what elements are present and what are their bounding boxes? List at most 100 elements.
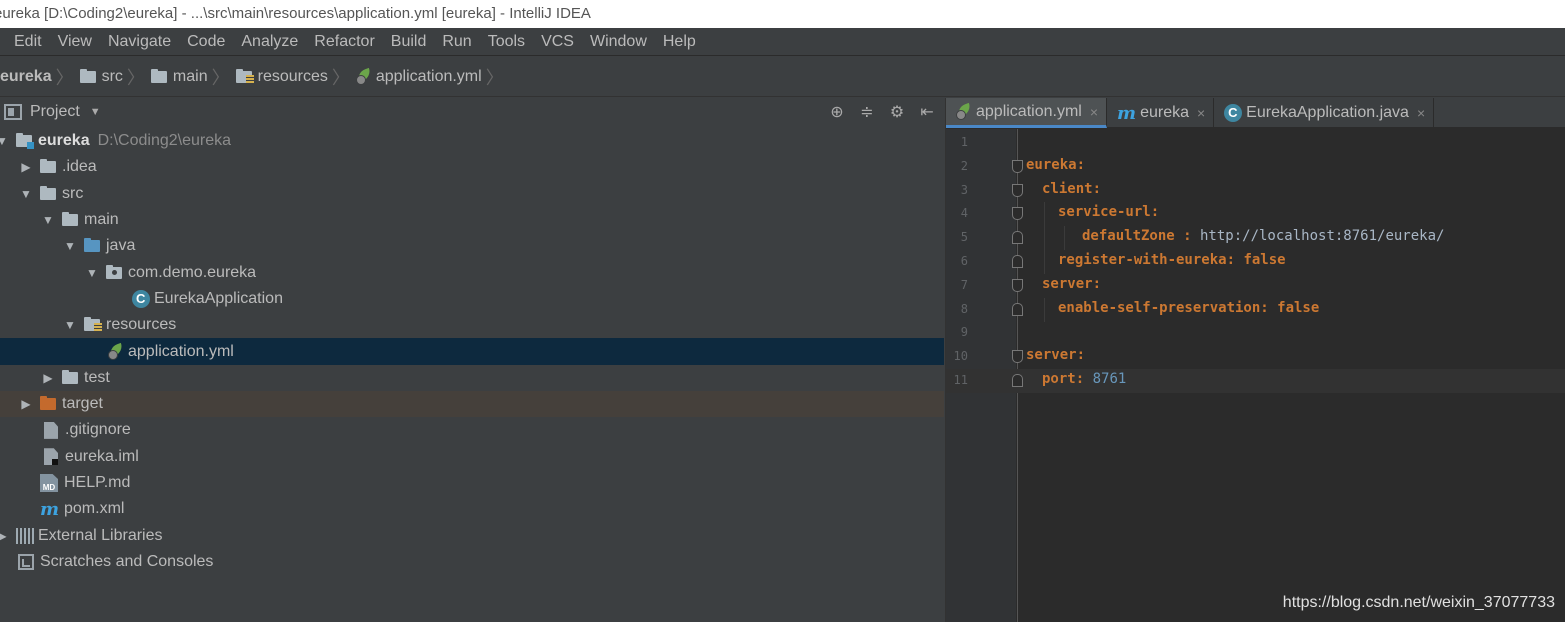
tab-label: application.yml [976,102,1082,120]
breadcrumb-item-eureka[interactable]: eureka 〉 [0,64,80,90]
menu-run[interactable]: Run [442,33,471,51]
code-line-current: 11 port: 8761 [946,368,1565,393]
fold-marker-icon[interactable] [1012,207,1023,221]
module-folder-icon [16,133,34,150]
yaml-key: server: [1026,347,1086,364]
tree-node-external-libraries[interactable]: ▶ External Libraries [0,522,944,548]
expand-arrow-icon[interactable]: ▼ [18,187,34,201]
fold-marker-icon[interactable] [1012,159,1023,173]
code-area[interactable]: 1 2 eureka: 3 client: 4 service-url: 5 d… [946,131,1565,393]
menu-vcs[interactable]: VCS [541,33,574,51]
project-panel: Project ▼ ⊕ ≑ ⚙ ⇤ ▼ eureka D:\Coding2\eu… [0,98,944,622]
breadcrumb-item-resources[interactable]: resources 〉 [235,64,356,90]
project-view-selector[interactable]: Project ▼ [4,103,101,121]
expand-arrow-icon[interactable]: ▼ [40,213,56,227]
fold-end-marker-icon[interactable] [1012,231,1023,245]
menu-view[interactable]: View [58,33,92,51]
tree-node-application-yml[interactable]: application.yml [0,338,944,365]
tree-node-pom-xml[interactable]: m pom.xml [0,496,944,522]
line-number: 8 [960,301,968,316]
folder-icon [79,68,96,83]
menu-refactor[interactable]: Refactor [314,33,374,51]
breadcrumb-item-src[interactable]: src 〉 [79,64,151,90]
tree-node-label: test [84,368,110,386]
tree-node-gitignore[interactable]: .gitignore [0,417,944,443]
tree-node-test[interactable]: ▶ test [0,365,944,391]
tree-node-main[interactable]: ▼ main [0,207,944,233]
code-line: 1 [946,131,1565,155]
fold-marker-icon[interactable] [1012,183,1023,197]
yaml-key: port: [1042,370,1085,387]
menu-build[interactable]: Build [391,33,427,51]
tree-node-package[interactable]: ▼ com.demo.eureka [0,259,944,285]
menu-edit[interactable]: Edit [14,33,42,51]
close-icon[interactable]: × [1197,105,1205,121]
menu-help[interactable]: Help [663,33,696,51]
hide-panel-icon[interactable]: ⇤ [918,102,936,122]
java-class-icon [1224,104,1243,122]
breadcrumb-label: main [172,67,208,85]
folder-icon [40,159,56,174]
tree-node-label: eureka.iml [65,447,139,465]
menu-navigate[interactable]: Navigate [108,33,171,51]
breadcrumb-label: resources [257,67,328,85]
package-icon [106,264,122,279]
chevron-right-icon: 〉 [126,67,145,88]
menu-tools[interactable]: Tools [488,33,525,51]
yaml-value: false [1235,251,1286,268]
breadcrumb-item-main[interactable]: main 〉 [150,64,236,90]
fold-marker-icon[interactable] [1012,278,1023,292]
close-icon[interactable]: × [1090,104,1098,120]
tab-application-yml[interactable]: application.yml × [946,98,1108,128]
tab-label: eureka [1140,104,1189,121]
menu-code[interactable]: Code [187,33,225,51]
expand-arrow-icon[interactable]: ▼ [0,134,10,148]
project-icon [4,104,22,120]
collapse-arrow-icon[interactable]: ▶ [18,160,34,174]
tab-eureka-application-java[interactable]: EurekaApplication.java × [1214,98,1435,128]
collapse-arrow-icon[interactable]: ▶ [40,371,56,385]
tree-node-scratches[interactable]: Scratches and Consoles [0,549,944,575]
tree-node-eureka-iml[interactable]: eureka.iml [0,444,944,470]
line-number: 1 [960,135,968,149]
tree-node-resources[interactable]: ▼ resources [0,312,944,338]
menu-window[interactable]: Window [590,33,647,51]
markdown-file-icon: MD [40,474,58,492]
code-line: 10 server: [946,345,1565,369]
yaml-key: server: [1042,275,1102,292]
tree-node-idea[interactable]: ▶ .idea [0,154,944,180]
tree-node-label: pom.xml [64,500,125,518]
yaml-value: 8761 [1084,370,1127,387]
fold-end-marker-icon[interactable] [1012,373,1023,387]
menu-bar: Edit View Navigate Code Analyze Refactor… [0,28,1565,56]
collapse-arrow-icon[interactable]: ▶ [18,397,34,411]
tree-node-target[interactable]: ▶ target [0,390,944,418]
gear-icon[interactable]: ⚙ [888,102,906,122]
collapse-all-icon[interactable]: ≑ [858,102,876,122]
menu-analyze[interactable]: Analyze [241,33,298,51]
indent-guide [1044,226,1045,251]
line-number: 6 [960,253,968,268]
tree-node-eureka-application[interactable]: EurekaApplication [0,286,944,312]
breadcrumb-item-application-yml[interactable]: application.yml 〉 [355,64,510,90]
tab-eureka[interactable]: m eureka × [1107,98,1215,128]
yaml-key: register-with-eureka: [1058,251,1236,268]
expand-arrow-icon[interactable]: ▼ [62,318,78,332]
tree-node-src[interactable]: ▼ src [0,181,944,207]
indent-guide [1044,297,1045,322]
tree-node-java[interactable]: ▼ java [0,233,944,259]
collapse-arrow-icon[interactable]: ▶ [0,529,10,543]
expand-arrow-icon[interactable]: ▼ [84,266,100,280]
tree-node-eureka[interactable]: ▼ eureka D:\Coding2\eureka [0,128,944,154]
yaml-key: client: [1042,180,1102,197]
close-icon[interactable]: × [1417,105,1425,121]
fold-marker-icon[interactable] [1012,350,1023,364]
expand-arrow-icon[interactable]: ▼ [62,239,78,253]
locate-icon[interactable]: ⊕ [828,102,846,122]
project-panel-toolbar: ⊕ ≑ ⚙ ⇤ [828,102,936,122]
fold-end-marker-icon[interactable] [1012,254,1023,268]
tree-node-help-md[interactable]: MD HELP.md [0,470,944,496]
tree-node-label: com.demo.eureka [128,263,257,281]
watermark: https://blog.csdn.net/weixin_37077733 [1282,594,1555,611]
fold-end-marker-icon[interactable] [1012,302,1023,316]
